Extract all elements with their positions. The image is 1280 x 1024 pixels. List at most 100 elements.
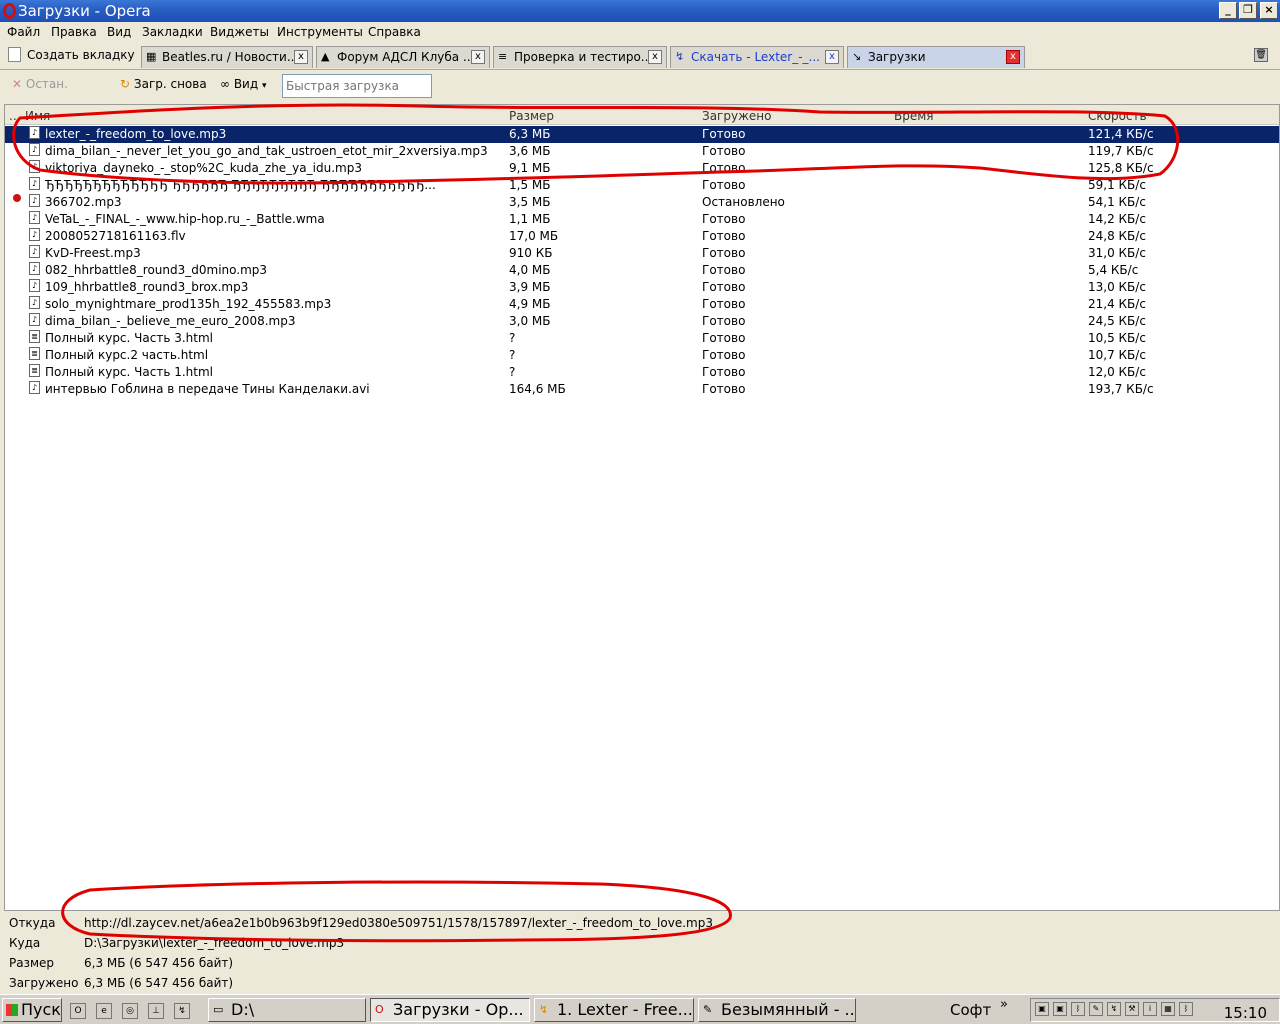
close-tab-icon[interactable]: x — [1006, 50, 1020, 64]
column-time[interactable]: Время — [894, 109, 934, 123]
tab-forum[interactable]: ▲ Форум АДСЛ Клуба ... x — [316, 46, 490, 68]
opera-quicklaunch-icon[interactable]: O — [70, 1003, 86, 1019]
paint-icon: ✎ — [703, 1003, 713, 1016]
trash-icon[interactable]: 🗑 — [1254, 48, 1268, 62]
menu-widgets[interactable]: Виджеты — [210, 25, 269, 39]
opera-icon: O — [375, 1003, 384, 1016]
from-url[interactable]: http://dl.zaycev.net/a6ea2e1b0b963b9f129… — [84, 916, 713, 930]
new-tab-button[interactable]: Создать вкладку — [8, 47, 135, 62]
size-value: 6,3 МБ (6 547 456 байт) — [84, 956, 234, 970]
close-tab-icon[interactable]: x — [471, 50, 485, 64]
menu-view[interactable]: Вид — [107, 25, 131, 39]
start-button[interactable]: Пуск — [2, 998, 62, 1022]
tab-beatles[interactable]: ▦ Beatles.ru / Новости... x — [141, 46, 313, 68]
task-label: 1. Lexter - Free... — [557, 1000, 693, 1019]
table-row[interactable]: ♪ lexter_-_freedom_to_love.mp3 6,3 МБ Готов… — [5, 126, 1279, 143]
column-loaded[interactable]: Загружено — [702, 109, 771, 123]
menu-file[interactable]: Файл — [7, 25, 40, 39]
task-label: Безымянный - ... — [721, 1000, 856, 1019]
network-quicklaunch-icon[interactable]: ◎ — [122, 1003, 138, 1019]
list-header: ... Имя Размер Загружено Время Скорость — [5, 105, 1279, 125]
loaded-label: Загружено — [9, 976, 79, 990]
task-drive-d[interactable]: ▭ D:\ — [208, 998, 366, 1022]
stop-button[interactable]: ✕ Остан. — [12, 77, 68, 91]
ie-quicklaunch-icon[interactable]: e — [96, 1003, 112, 1019]
tab-testing[interactable]: ≡ Проверка и тестиро... x — [493, 46, 667, 68]
task-untitled[interactable]: ✎ Безымянный - ... — [698, 998, 856, 1022]
cell-name: Полный курс. Часть 1.html — [45, 365, 213, 379]
close-tab-icon[interactable]: x — [294, 50, 308, 64]
network2-tray-icon[interactable]: ▣ — [1053, 1002, 1067, 1016]
media-file-icon: ♪ — [29, 211, 40, 224]
cell-speed: 10,5 КБ/с — [1088, 331, 1146, 345]
to-path[interactable]: D:\Загрузки\lexter_-_freedom_to_love.mp3 — [84, 936, 344, 950]
minimize-button[interactable]: _ — [1219, 2, 1237, 19]
table-row[interactable]: ♪ 366702.mp3 3,5 МБ Остановлено 54,1 КБ/с — [5, 194, 1279, 211]
table-row[interactable]: ♪ dima_bilan_-_believe_me_euro_2008.mp3 3,… — [5, 313, 1279, 330]
column-speed[interactable]: Скорость — [1088, 109, 1147, 123]
pen-tray-icon[interactable]: ✎ — [1089, 1002, 1103, 1016]
quick-download-input[interactable] — [282, 74, 432, 98]
language-tray-icon[interactable]: i — [1143, 1002, 1157, 1016]
close-tab-icon[interactable]: x — [648, 50, 662, 64]
table-row[interactable]: ♪ dima_bilan_-_never_let_you_go_and_tak_u… — [5, 143, 1279, 160]
cell-speed: 121,4 КБ/с — [1088, 127, 1154, 141]
menu-bookmarks[interactable]: Закладки — [142, 25, 203, 39]
taskbar: Пуск O e ◎ ⊥ ↯ ▭ D:\ O Загрузки - Op... … — [0, 994, 1280, 1024]
cell-status: Готово — [702, 297, 746, 311]
cell-size: ? — [509, 331, 516, 345]
tab-transfers[interactable]: ↘ Загрузки x — [847, 46, 1025, 68]
task-label: D:\ — [231, 1000, 255, 1019]
table-row[interactable]: ♪ интервью Гоблина в передаче Тины Кандел… — [5, 381, 1279, 398]
menu-tools[interactable]: Инструменты — [277, 25, 363, 39]
cell-speed: 125,8 КБ/с — [1088, 161, 1154, 175]
media-file-icon: ♪ — [29, 313, 40, 326]
calendar-tray-icon[interactable]: ▦ — [1161, 1002, 1175, 1016]
media-file-icon: ♪ — [29, 296, 40, 309]
html-file-icon: ≣ — [29, 330, 40, 343]
cell-size: 9,1 МБ — [509, 161, 551, 175]
table-row[interactable]: ≣ Полный курс. Часть 3.html? Готово 10,5 КБ… — [5, 330, 1279, 347]
table-row[interactable]: ♪ 2008052718161163.flv 17,0 МБ Готово 24,8 К… — [5, 228, 1279, 245]
bluetooth2-tray-icon[interactable]: ᛒ — [1179, 1002, 1193, 1016]
tab-download-lexter[interactable]: ↯ Скачать - Lexter_-_... x — [670, 46, 844, 68]
table-row[interactable]: ♪ 082_hhrbattle8_round3_d0mino.mp3 4,0 МБ Г… — [5, 262, 1279, 279]
tool-tray-icon[interactable]: ⚒ — [1125, 1002, 1139, 1016]
menu-edit[interactable]: Правка — [51, 25, 97, 39]
table-row[interactable]: ♪ 109_hhrbattle8_round3_brox.mp3 3,9 МБ Гот… — [5, 279, 1279, 296]
download-tray-icon[interactable]: ↯ — [1107, 1002, 1121, 1016]
table-row[interactable]: ≣ Полный курс.2 часть.html? Готово 10,7 КБ/… — [5, 347, 1279, 364]
table-row[interactable]: ♪ solo_mynightmare_prod135h_192_455583.mp… — [5, 296, 1279, 313]
task-opera[interactable]: O Загрузки - Op... — [370, 998, 530, 1022]
table-row[interactable]: ♪ VeTaL_-_FINAL_-_www.hip-hop.ru_-_Battle… — [5, 211, 1279, 228]
table-row[interactable]: ≣ Полный курс. Часть 1.html? Готово 12,0 КБ… — [5, 364, 1279, 381]
restore-button[interactable]: ❐ — [1239, 2, 1257, 19]
menu-bar: Файл Правка Вид Закладки Виджеты Инструм… — [0, 22, 1280, 42]
cell-speed: 31,0 КБ/с — [1088, 246, 1146, 260]
download-quicklaunch-icon[interactable]: ↯ — [174, 1003, 190, 1019]
column-name[interactable]: Имя — [25, 109, 50, 123]
close-tab-icon[interactable]: x — [825, 50, 839, 64]
media-file-icon: ♪ — [29, 245, 40, 258]
table-row[interactable]: ♪ ЂЂЂЂЂЂЂЂЂЂЂЂЂ ЂЂЂЂЂЂ ЂЂЂЂЂЂЂЂЂ ЂЂЂЂЂЂЂЂ… — [5, 177, 1279, 194]
bluetooth-tray-icon[interactable]: ᛒ — [1071, 1002, 1085, 1016]
player-icon: ↯ — [539, 1003, 549, 1016]
menu-help[interactable]: Справка — [368, 25, 421, 39]
cell-size: 3,6 МБ — [509, 144, 551, 158]
cell-speed: 193,7 КБ/с — [1088, 382, 1154, 396]
table-row[interactable]: ♪ KvD-Freest.mp3 910 КБ Готово 31,0 КБ/с — [5, 245, 1279, 262]
task-lexter[interactable]: ↯ 1. Lexter - Free... — [534, 998, 694, 1022]
close-window-button[interactable]: × — [1260, 2, 1278, 19]
cell-status: Готово — [702, 178, 746, 192]
cell-size: 17,0 МБ — [509, 229, 559, 243]
downloads-list: ... Имя Размер Загружено Время Скорость … — [4, 104, 1280, 911]
resume-button[interactable]: ↻ Загр. снова — [120, 77, 207, 91]
soft-toolbar-label[interactable]: Софт — [950, 1001, 991, 1019]
view-button[interactable]: ∞ Вид ▾ — [220, 77, 267, 91]
tool-quicklaunch-icon[interactable]: ⊥ — [148, 1003, 164, 1019]
chevron-more-icon[interactable]: » — [1000, 997, 1008, 1012]
network-tray-icon[interactable]: ▣ — [1035, 1002, 1049, 1016]
column-size[interactable]: Размер — [509, 109, 554, 123]
cell-status: Готово — [702, 229, 746, 243]
table-row[interactable]: ♪ viktoriya_dayneko_-_stop%2C_kuda_zhe_ya… — [5, 160, 1279, 177]
